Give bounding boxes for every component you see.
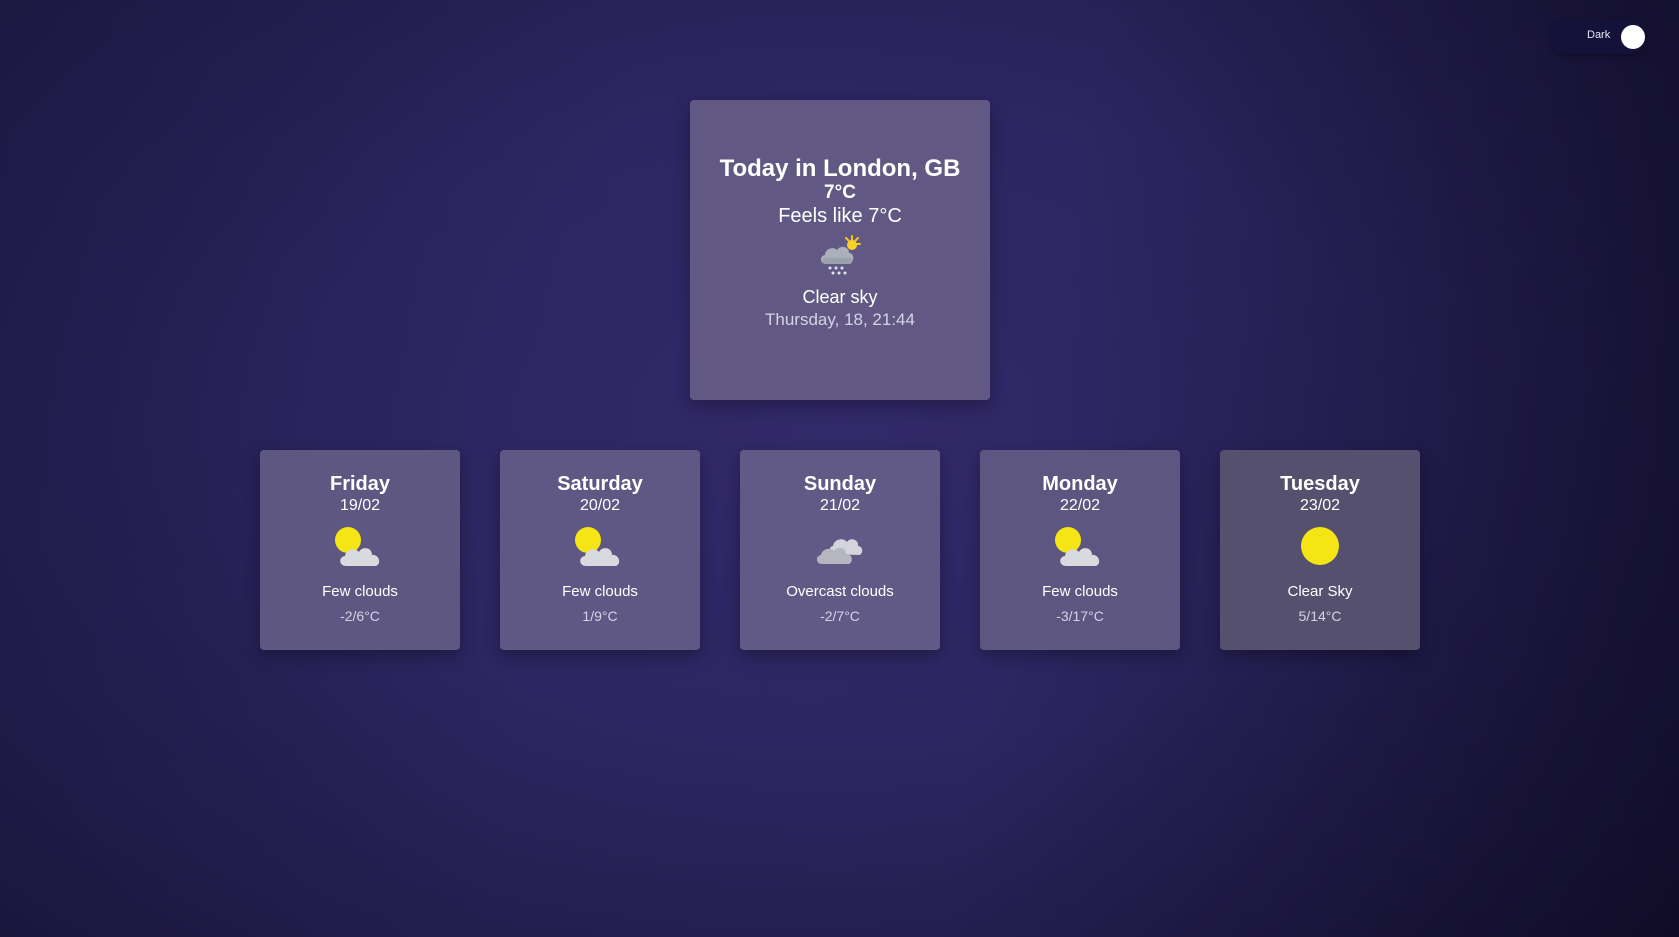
today-card: Today in London, GB 7°C Feels like 7°C C…	[690, 100, 990, 400]
today-description: Clear sky	[802, 287, 878, 307]
forecast-card-sunday[interactable]: Sunday 21/02 Overcast clouds -2/7°C	[740, 450, 940, 650]
forecast-card-friday[interactable]: Friday 19/02 Few clouds -2/6°C	[260, 450, 460, 650]
sun-behind-cloud-icon	[335, 527, 380, 566]
toggle-knob[interactable]	[1621, 25, 1645, 49]
forecast-description: Few clouds	[562, 583, 638, 600]
forecast-date: 21/02	[819, 497, 861, 514]
forecast-temps: -2/6°C	[340, 608, 380, 624]
forecast-day: Saturday	[557, 473, 643, 495]
forecast-card-saturday[interactable]: Saturday 20/02 Few clouds 1/9°C	[500, 450, 700, 650]
forecast-description: Clear Sky	[1287, 583, 1353, 600]
forecast-date: 23/02	[1299, 497, 1341, 514]
forecast-card-tuesday[interactable]: Tuesday 23/02 Clear Sky 5/14°C	[1220, 450, 1420, 650]
forecast-card-monday[interactable]: Monday 22/02 Few clouds -3/17°C	[980, 450, 1180, 650]
forecast-description: Few clouds	[1042, 583, 1118, 600]
forecast-day: Tuesday	[1280, 473, 1360, 495]
theme-toggle-label: Dark	[1587, 29, 1611, 41]
today-temperature: 7°C	[824, 182, 856, 203]
forecast-description: Overcast clouds	[786, 583, 894, 600]
overcast-clouds-icon	[816, 539, 863, 564]
forecast-temps: 5/14°C	[1298, 608, 1342, 624]
forecast-date: 20/02	[579, 497, 621, 514]
forecast-temps: -3/17°C	[1056, 608, 1104, 624]
sun-icon	[1301, 527, 1339, 565]
forecast-temps: 1/9°C	[582, 608, 618, 624]
forecast-date: 19/02	[339, 497, 381, 514]
forecast-description: Few clouds	[322, 583, 398, 600]
theme-toggle[interactable]: Dark	[1550, 20, 1646, 54]
forecast-date: 22/02	[1059, 497, 1101, 514]
forecast-day: Monday	[1042, 473, 1118, 495]
today-feels-like: Feels like 7°C	[778, 205, 902, 227]
today-title: Today in London, GB	[719, 155, 961, 182]
sun-behind-cloud-icon	[575, 527, 620, 566]
today-datetime: Thursday, 18, 21:44	[765, 310, 915, 329]
sun-behind-cloud-icon	[1055, 527, 1100, 566]
snow-cloud-sun-icon	[820, 235, 861, 275]
forecast-day: Sunday	[803, 473, 877, 495]
forecast-temps: -2/7°C	[820, 608, 860, 624]
forecast-day: Friday	[329, 473, 391, 495]
